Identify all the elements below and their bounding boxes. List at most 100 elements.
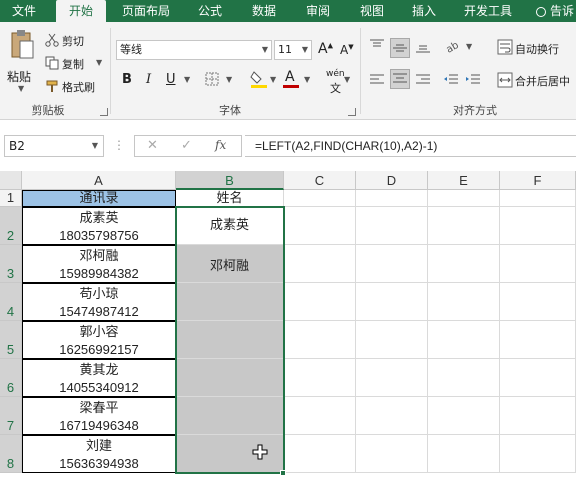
fill-color-icon[interactable] — [250, 69, 268, 89]
cell-c4[interactable] — [284, 283, 356, 321]
row-header-3[interactable]: 3 — [0, 245, 22, 283]
wrap-text-icon[interactable] — [496, 38, 514, 56]
cell-e4[interactable] — [428, 283, 500, 321]
cell-d2[interactable] — [356, 207, 428, 245]
cell-c1[interactable] — [284, 190, 356, 207]
copy-icon[interactable] — [44, 55, 60, 71]
tab-tell-me[interactable]: 告诉 — [536, 0, 576, 22]
cell-f7[interactable] — [500, 397, 576, 435]
row-header-6[interactable]: 6 — [0, 359, 22, 397]
align-left-icon[interactable] — [368, 72, 386, 88]
align-bottom-icon[interactable] — [414, 38, 432, 54]
cell-d5[interactable] — [356, 321, 428, 359]
format-painter-icon[interactable] — [44, 78, 60, 94]
cell-e6[interactable] — [428, 359, 500, 397]
cell-f4[interactable] — [500, 283, 576, 321]
row-header-4[interactable]: 4 — [0, 283, 22, 321]
fill-color-dropdown-icon[interactable]: ▼ — [270, 75, 276, 84]
column-header-f[interactable]: F — [500, 171, 576, 190]
scissors-icon[interactable] — [44, 32, 60, 48]
row-header-7[interactable]: 7 — [0, 397, 22, 435]
align-top-icon[interactable] — [368, 38, 386, 54]
font-color-dropdown-icon[interactable]: ▼ — [304, 75, 310, 84]
column-header-e[interactable]: E — [428, 171, 500, 190]
cell-b4[interactable] — [176, 283, 284, 321]
cell-d6[interactable] — [356, 359, 428, 397]
cell-b1[interactable]: 姓名 — [176, 190, 284, 207]
tab-home[interactable]: 开始 — [56, 0, 106, 22]
column-header-a[interactable]: A — [22, 171, 176, 190]
italic-button[interactable]: I — [146, 72, 151, 87]
cancel-icon[interactable]: ✕ — [147, 138, 158, 153]
clipboard-launcher-icon[interactable] — [100, 108, 108, 116]
cell-a7[interactable]: 梁春平 16719496348 — [22, 397, 176, 435]
phonetic-button[interactable]: wén — [326, 69, 345, 79]
tab-view[interactable]: 视图 — [350, 0, 394, 22]
cell-b2[interactable]: 成素英 — [176, 207, 284, 245]
tab-insert[interactable]: 插入 — [402, 0, 446, 22]
more-options-icon[interactable]: ⋮ — [113, 138, 125, 152]
cell-c6[interactable] — [284, 359, 356, 397]
copy-dropdown-icon[interactable]: ▼ — [96, 58, 102, 67]
bold-button[interactable]: B — [122, 72, 132, 87]
cut-button[interactable]: 剪切 — [62, 33, 84, 49]
cell-d8[interactable] — [356, 435, 428, 473]
paste-dropdown-icon[interactable]: ▼ — [18, 84, 24, 93]
cell-d7[interactable] — [356, 397, 428, 435]
format-painter-button[interactable]: 格式刷 — [62, 79, 95, 95]
grow-font-button[interactable]: A▲ — [318, 41, 333, 57]
cell-f1[interactable] — [500, 190, 576, 207]
tab-review[interactable]: 审阅 — [296, 0, 340, 22]
fill-handle[interactable] — [280, 470, 286, 476]
phonetic-dropdown-icon[interactable]: ▼ — [344, 75, 350, 84]
row-header-8[interactable]: 8 — [0, 435, 22, 473]
column-header-d[interactable]: D — [356, 171, 428, 190]
tab-formulas[interactable]: 公式 — [188, 0, 232, 22]
cell-b6[interactable] — [176, 359, 284, 397]
borders-dropdown-icon[interactable]: ▼ — [226, 75, 232, 84]
cell-c3[interactable] — [284, 245, 356, 283]
cell-a8[interactable]: 刘建 15636394938 — [22, 435, 176, 473]
tab-page-layout[interactable]: 页面布局 — [114, 0, 178, 22]
cell-f5[interactable] — [500, 321, 576, 359]
row-header-5[interactable]: 5 — [0, 321, 22, 359]
row-header-2[interactable]: 2 — [0, 207, 22, 245]
name-box[interactable]: B2 ▼ — [4, 135, 104, 157]
borders-icon[interactable] — [204, 71, 220, 87]
cell-c5[interactable] — [284, 321, 356, 359]
cell-f6[interactable] — [500, 359, 576, 397]
paste-label[interactable]: 粘贴 — [7, 68, 31, 85]
cell-a2[interactable]: 成素英 18035798756 — [22, 207, 176, 245]
column-header-b[interactable]: B — [176, 171, 284, 190]
cell-e2[interactable] — [428, 207, 500, 245]
select-all-corner[interactable] — [0, 171, 22, 190]
cell-b3[interactable]: 邓柯融 — [176, 245, 284, 283]
cell-e3[interactable] — [428, 245, 500, 283]
merge-center-icon[interactable] — [496, 71, 514, 89]
cell-d3[interactable] — [356, 245, 428, 283]
orientation-icon[interactable]: ab — [444, 38, 464, 54]
merge-center-button[interactable]: 合并后居中 — [515, 73, 570, 89]
font-name-select[interactable]: 等线 ▼ — [116, 40, 272, 60]
underline-dropdown-icon[interactable]: ▼ — [184, 75, 190, 84]
wrap-text-button[interactable]: 自动换行 — [515, 41, 559, 57]
tab-developer[interactable]: 开发工具 — [456, 0, 520, 22]
cell-e1[interactable] — [428, 190, 500, 207]
cell-a6[interactable]: 黄其龙 14055340912 — [22, 359, 176, 397]
formula-input[interactable]: =LEFT(A2,FIND(CHAR(10),A2)-1) — [245, 135, 576, 157]
cell-a3[interactable]: 邓柯融 15989984382 — [22, 245, 176, 283]
cell-a1[interactable]: 通讯录 — [22, 190, 176, 207]
decrease-indent-icon[interactable] — [442, 72, 460, 88]
tab-file[interactable]: 文件 — [0, 0, 48, 22]
enter-icon[interactable]: ✓ — [181, 138, 192, 153]
cell-a4[interactable]: 苟小琼 15474987412 — [22, 283, 176, 321]
underline-button[interactable]: U — [166, 72, 176, 87]
align-middle-icon[interactable] — [390, 38, 410, 58]
cell-b7[interactable] — [176, 397, 284, 435]
cell-e8[interactable] — [428, 435, 500, 473]
font-color-button[interactable]: A — [283, 69, 299, 88]
orientation-dropdown-icon[interactable]: ▼ — [466, 42, 472, 51]
cell-f3[interactable] — [500, 245, 576, 283]
paste-icon[interactable] — [8, 28, 36, 62]
cell-e7[interactable] — [428, 397, 500, 435]
